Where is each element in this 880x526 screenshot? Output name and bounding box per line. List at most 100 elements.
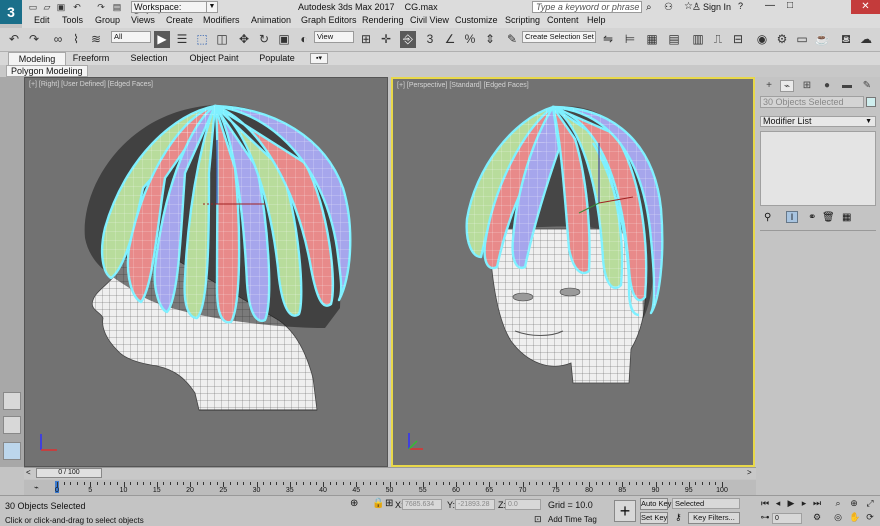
select-and-scale-icon[interactable]: ▣ — [276, 31, 292, 48]
rectangular-selection-icon[interactable]: ⬚ — [194, 31, 210, 48]
time-tag-icon[interactable]: ⊡ — [534, 514, 542, 525]
menu-content[interactable]: Content — [547, 15, 579, 25]
select-by-name-icon[interactable]: ☰ — [174, 31, 190, 48]
render-production-icon[interactable]: ☕ — [814, 31, 830, 48]
ribbon-toggle-icon[interactable]: ▥ — [690, 31, 706, 48]
remove-modifier-icon[interactable]: 🗑 — [822, 212, 835, 223]
previous-frame-icon[interactable]: < — [26, 468, 31, 477]
configure-modifier-sets-icon[interactable]: ▦ — [842, 212, 851, 223]
menu-graph-editors[interactable]: Graph Editors — [301, 15, 357, 25]
next-frame-icon[interactable]: > — [747, 468, 752, 477]
orbit-icon[interactable]: ⟳ — [865, 512, 875, 522]
tab-object-paint[interactable]: Object Paint — [186, 52, 242, 65]
isolate-selection-icon[interactable]: ⊕ — [350, 498, 358, 509]
align-icon[interactable]: ⊨ — [622, 31, 638, 48]
binoculars-icon[interactable]: ⌕ — [646, 2, 652, 13]
named-selection-dropdown[interactable]: Create Selection Set — [522, 31, 596, 43]
reference-coordinate-dropdown[interactable]: View — [314, 31, 354, 43]
render-in-cloud-icon[interactable]: ☁ — [858, 31, 874, 48]
utilities-tab-icon[interactable]: ✎ — [860, 80, 874, 92]
time-slider-thumb[interactable]: 0 / 100 — [36, 468, 102, 478]
tab-populate[interactable]: Populate — [252, 52, 302, 65]
layout-tab-icon[interactable] — [3, 392, 21, 410]
angle-snap-icon[interactable]: ∠ — [442, 31, 458, 48]
tab-freeform[interactable]: Freeform — [66, 52, 116, 65]
user-icon[interactable]: ♙ — [692, 2, 701, 13]
menu-rendering[interactable]: Rendering — [362, 15, 404, 25]
menu-tools[interactable]: Tools — [62, 15, 83, 25]
auto-key-button[interactable]: Auto Key — [640, 498, 671, 510]
new-file-icon[interactable]: ▭ — [28, 2, 38, 12]
key-filters-button[interactable]: Key Filters... — [688, 512, 740, 524]
menu-help[interactable]: Help — [587, 15, 606, 25]
object-color-swatch[interactable] — [866, 97, 876, 107]
select-and-move-icon[interactable]: ✥ — [236, 31, 252, 48]
app-logo-icon[interactable]: 3 — [0, 0, 22, 24]
modifier-list-dropdown[interactable]: Modifier List ▼ — [760, 116, 876, 127]
help-icon[interactable]: ? — [738, 1, 743, 11]
zoom-all-icon[interactable]: ⊕ — [849, 498, 859, 508]
layer-explorer-icon[interactable]: ▤ — [666, 31, 682, 48]
percent-snap-icon[interactable]: % — [462, 31, 478, 48]
next-key-icon[interactable]: ▸ — [799, 498, 809, 508]
redo-icon[interactable]: ↷ — [26, 31, 42, 48]
ribbon-options-icon[interactable]: ▪▾ — [310, 53, 328, 64]
save-icon[interactable]: ▣ — [56, 2, 66, 12]
search-input[interactable]: Type a keyword or phrase — [532, 1, 642, 13]
unlink-icon[interactable]: ⌇ — [68, 31, 84, 48]
workspace-dropdown[interactable]: Workspace: Default — [131, 1, 207, 22]
snaps-toggle-icon[interactable]: 3 — [422, 31, 438, 48]
layout-tab-active-icon[interactable] — [3, 442, 21, 460]
user-group-icon[interactable]: ⚇ — [664, 2, 673, 13]
set-key-button[interactable]: Set Key — [640, 512, 668, 524]
scene-explorer-icon[interactable]: ▦ — [644, 31, 660, 48]
menu-customize[interactable]: Customize — [455, 15, 498, 25]
chevron-down-icon[interactable]: ▼ — [207, 1, 218, 13]
create-tab-icon[interactable]: + — [762, 80, 776, 92]
select-and-rotate-icon[interactable]: ↻ — [256, 31, 272, 48]
pivot-center-icon[interactable]: ⊞ — [358, 31, 374, 48]
maximize-viewport-icon[interactable]: ⤢ — [865, 498, 875, 508]
tab-modeling[interactable]: Modeling — [8, 52, 66, 65]
go-to-end-icon[interactable]: ⏭ — [812, 498, 822, 508]
pan-view-icon[interactable]: ✋ — [849, 512, 860, 522]
previous-key-icon[interactable]: ◂ — [773, 498, 783, 508]
polygon-modeling-panel[interactable]: Polygon Modeling — [6, 65, 88, 77]
viewport-perspective[interactable]: [+] [Perspective] [Standard] [Edged Face… — [391, 77, 755, 467]
menu-create[interactable]: Create — [166, 15, 193, 25]
minimize-icon[interactable]: — — [765, 0, 775, 11]
close-icon[interactable]: ✕ — [851, 0, 880, 14]
motion-tab-icon[interactable]: ● — [820, 80, 834, 92]
play-icon[interactable]: ▶ — [786, 498, 796, 508]
pin-stack-icon[interactable]: ⚲ — [764, 212, 771, 223]
modifier-stack[interactable] — [760, 131, 876, 206]
key-mode-toggle-icon[interactable]: ⊶ — [760, 512, 770, 522]
project-folder-icon[interactable]: ▤ — [112, 2, 122, 12]
spinner-snap-icon[interactable]: ⇕ — [482, 31, 498, 48]
viewport-right[interactable]: [+] [Right] [User Defined] [Edged Faces] — [24, 77, 388, 467]
link-icon[interactable]: ∞ — [50, 31, 66, 48]
display-tab-icon[interactable]: ▬ — [840, 80, 854, 92]
schematic-view-icon[interactable]: ⊟ — [730, 31, 746, 48]
material-editor-icon[interactable]: ◉ — [754, 31, 770, 48]
render-setup-icon[interactable]: ⚙ — [774, 31, 790, 48]
menu-edit[interactable]: Edit — [34, 15, 50, 25]
object-name-field[interactable]: 30 Objects Selected — [760, 96, 864, 108]
zoom-extents-icon[interactable]: ⌕ — [833, 498, 843, 508]
z-coordinate-field[interactable]: 0.0 — [505, 499, 541, 510]
tab-selection[interactable]: Selection — [124, 52, 174, 65]
mini-curve-editor-icon[interactable]: ⌁ — [34, 483, 39, 492]
menu-civil-view[interactable]: Civil View — [410, 15, 449, 25]
absolute-mode-icon[interactable]: ⊞ — [385, 498, 393, 509]
menu-scripting[interactable]: Scripting — [505, 15, 540, 25]
key-mode-dropdown[interactable]: Selected — [672, 498, 740, 509]
mirror-icon[interactable]: ⇋ — [600, 31, 616, 48]
x-coordinate-field[interactable]: 7685.634 — [402, 499, 442, 510]
key-filter-icon[interactable]: ⚷ — [675, 512, 682, 523]
redo-icon[interactable]: ↷ — [96, 2, 106, 12]
make-unique-icon[interactable]: ⚭ — [808, 212, 816, 223]
field-of-view-icon[interactable]: ◎ — [833, 512, 843, 522]
selection-lock-icon[interactable]: 🔒 — [372, 498, 384, 509]
select-object-icon[interactable]: ▶ — [154, 31, 170, 48]
selection-filter-dropdown[interactable]: All — [111, 31, 151, 43]
